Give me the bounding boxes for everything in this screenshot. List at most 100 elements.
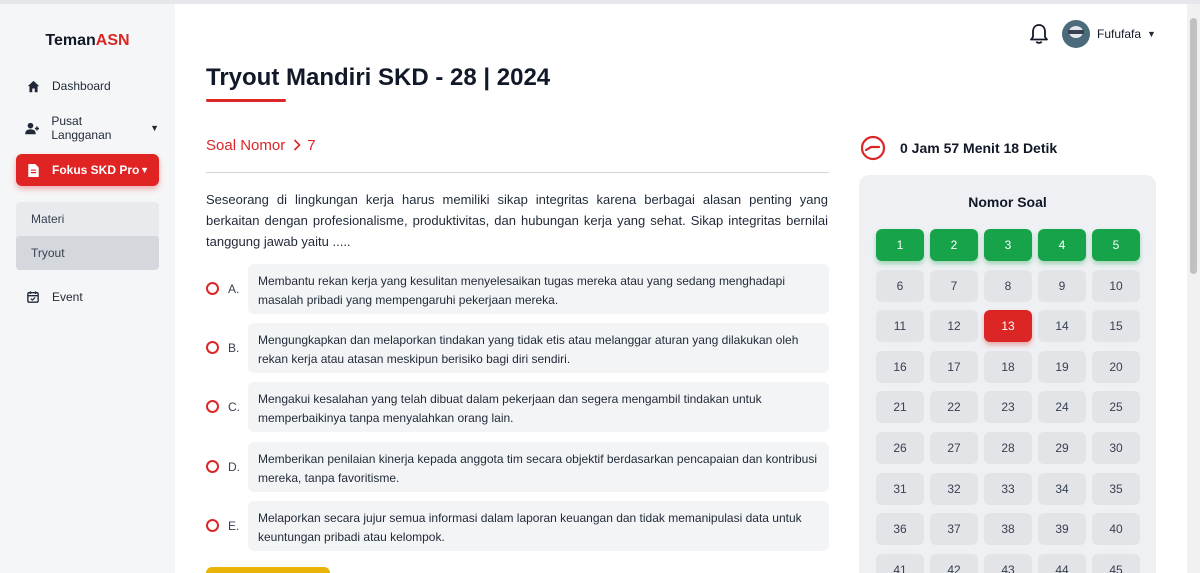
question-number-button-30[interactable]: 30: [1092, 432, 1140, 464]
title-underline: [206, 99, 286, 102]
question-number-button-25[interactable]: 25: [1092, 391, 1140, 424]
question-number-button-20[interactable]: 20: [1092, 350, 1140, 383]
question-number-button-24[interactable]: 24: [1038, 391, 1086, 424]
question-number: Soal Nomor 7: [206, 137, 316, 154]
question-number-button-3[interactable]: 3: [984, 229, 1032, 261]
option-b[interactable]: B. Mengungkapkan dan melaporkan tindakan…: [206, 323, 829, 373]
question-number-button-7[interactable]: 7: [930, 269, 978, 302]
question-number-button-10[interactable]: 10: [1092, 269, 1140, 302]
brand-logo[interactable]: TemanASN: [0, 32, 175, 50]
option-d[interactable]: D. Memberikan penilaian kinerja kepada a…: [206, 442, 829, 492]
sidebar-item-label: Fokus SKD Pro: [52, 163, 140, 177]
question-number-button-4[interactable]: 4: [1038, 229, 1086, 261]
question-number-button-8[interactable]: 8: [984, 269, 1032, 302]
question-number-button-27[interactable]: 27: [930, 432, 978, 464]
question-number-button-9[interactable]: 9: [1038, 269, 1086, 302]
question-number-button-34[interactable]: 34: [1038, 472, 1086, 505]
question-number-button-33[interactable]: 33: [984, 472, 1032, 505]
question-number-button-42[interactable]: 42: [930, 553, 978, 573]
scrollbar-thumb[interactable]: [1190, 18, 1197, 274]
question-number-button-32[interactable]: 32: [930, 472, 978, 505]
next-button[interactable]: [206, 567, 330, 573]
sidebar-item-event[interactable]: Event: [16, 281, 159, 313]
question-number-button-12[interactable]: 12: [930, 310, 978, 343]
option-letter: A.: [228, 282, 240, 296]
question-number-button-38[interactable]: 38: [984, 513, 1032, 546]
question-number-button-26[interactable]: 26: [876, 432, 924, 464]
page-title: Tryout Mandiri SKD - 28 | 2024: [206, 64, 551, 91]
submenu-item-materi[interactable]: Materi: [16, 202, 159, 236]
question-number-button-19[interactable]: 19: [1038, 350, 1086, 383]
question-number-button-1[interactable]: 1: [876, 229, 924, 261]
avatar[interactable]: [1062, 20, 1090, 48]
option-text[interactable]: Membantu rekan kerja yang kesulitan meny…: [248, 264, 829, 314]
option-a[interactable]: A. Membantu rekan kerja yang kesulitan m…: [206, 264, 829, 314]
question-number-button-40[interactable]: 40: [1092, 513, 1140, 546]
timer-text: 0 Jam 57 Menit 18 Detik: [900, 140, 1058, 156]
question-number-label: Soal Nomor: [206, 137, 286, 154]
question-text: Seseorang di lingkungan kerja harus memi…: [206, 192, 828, 249]
option-text[interactable]: Melaporkan secara jujur semua informasi …: [248, 501, 829, 551]
sidebar-item-label: Pusat Langganan: [51, 114, 112, 142]
question-number-button-21[interactable]: 21: [876, 391, 924, 424]
option-letter: D.: [228, 460, 240, 474]
users-icon: [24, 119, 41, 137]
sidebar-item-pusat-langganan[interactable]: Pusat Langganan ▼: [16, 112, 159, 144]
radio-button[interactable]: [206, 460, 219, 473]
bell-icon[interactable]: [1029, 23, 1049, 45]
radio-button[interactable]: [206, 341, 219, 354]
caret-down-icon: ▼: [140, 165, 149, 175]
sidebar-item-fokus-skd-pro[interactable]: Fokus SKD Pro ▼: [16, 154, 159, 186]
question-number-button-14[interactable]: 14: [1038, 310, 1086, 343]
question-number-button-17[interactable]: 17: [930, 350, 978, 383]
question-number-button-2[interactable]: 2: [930, 229, 978, 261]
question-number-button-15[interactable]: 15: [1092, 310, 1140, 343]
question-number-button-43[interactable]: 43: [984, 553, 1032, 573]
question-number-button-18[interactable]: 18: [984, 350, 1032, 383]
caret-down-icon[interactable]: ▼: [1147, 29, 1156, 39]
sidebar: TemanASN Dashboard Pusat Langganan ▼ Fok…: [0, 4, 175, 573]
question-number-button-41[interactable]: 41: [876, 553, 924, 573]
calendar-icon: [24, 288, 42, 306]
question-number-value: 7: [307, 137, 316, 154]
timer-icon: [860, 135, 886, 161]
question-number-button-28[interactable]: 28: [984, 432, 1032, 464]
question-number-button-5[interactable]: 5: [1092, 229, 1140, 261]
question-number-button-37[interactable]: 37: [930, 513, 978, 546]
question-number-button-23[interactable]: 23: [984, 391, 1032, 424]
option-text[interactable]: Mengakui kesalahan yang telah dibuat dal…: [248, 382, 829, 432]
document-icon: [24, 161, 42, 179]
question-number-button-44[interactable]: 44: [1038, 553, 1086, 573]
question-number-button-29[interactable]: 29: [1038, 432, 1086, 464]
submenu-item-tryout[interactable]: Tryout: [16, 236, 159, 270]
question-number-button-36[interactable]: 36: [876, 513, 924, 546]
option-c[interactable]: C. Mengakui kesalahan yang telah dibuat …: [206, 382, 829, 432]
question-number-button-6[interactable]: 6: [876, 269, 924, 302]
panel-title: Nomor Soal: [968, 194, 1047, 210]
question-number-button-39[interactable]: 39: [1038, 513, 1086, 546]
radio-button[interactable]: [206, 282, 219, 295]
question-number-button-13[interactable]: 13: [984, 310, 1032, 343]
option-letter: E.: [228, 519, 240, 533]
username[interactable]: Fufufafa: [1097, 27, 1141, 41]
question-number-button-45[interactable]: 45: [1092, 553, 1140, 573]
caret-down-icon: ▼: [150, 123, 159, 133]
home-icon: [24, 77, 42, 95]
option-text[interactable]: Mengungkapkan dan melaporkan tindakan ya…: [248, 323, 829, 373]
question-number-button-22[interactable]: 22: [930, 391, 978, 424]
option-text[interactable]: Memberikan penilaian kinerja kepada angg…: [248, 442, 829, 492]
question-number-button-16[interactable]: 16: [876, 350, 924, 383]
radio-button[interactable]: [206, 400, 219, 413]
option-e[interactable]: E. Melaporkan secara jujur semua informa…: [206, 501, 829, 551]
radio-button[interactable]: [206, 519, 219, 532]
scrollbar[interactable]: [1187, 4, 1200, 573]
sidebar-item-dashboard[interactable]: Dashboard: [16, 70, 159, 102]
option-letter: C.: [228, 400, 240, 414]
option-letter: B.: [228, 341, 240, 355]
top-border: [0, 0, 1200, 4]
sidebar-item-label: Dashboard: [52, 79, 111, 93]
question-number-button-31[interactable]: 31: [876, 472, 924, 505]
question-number-button-11[interactable]: 11: [876, 310, 924, 343]
sidebar-item-label: Event: [52, 290, 83, 304]
question-number-button-35[interactable]: 35: [1092, 472, 1140, 505]
